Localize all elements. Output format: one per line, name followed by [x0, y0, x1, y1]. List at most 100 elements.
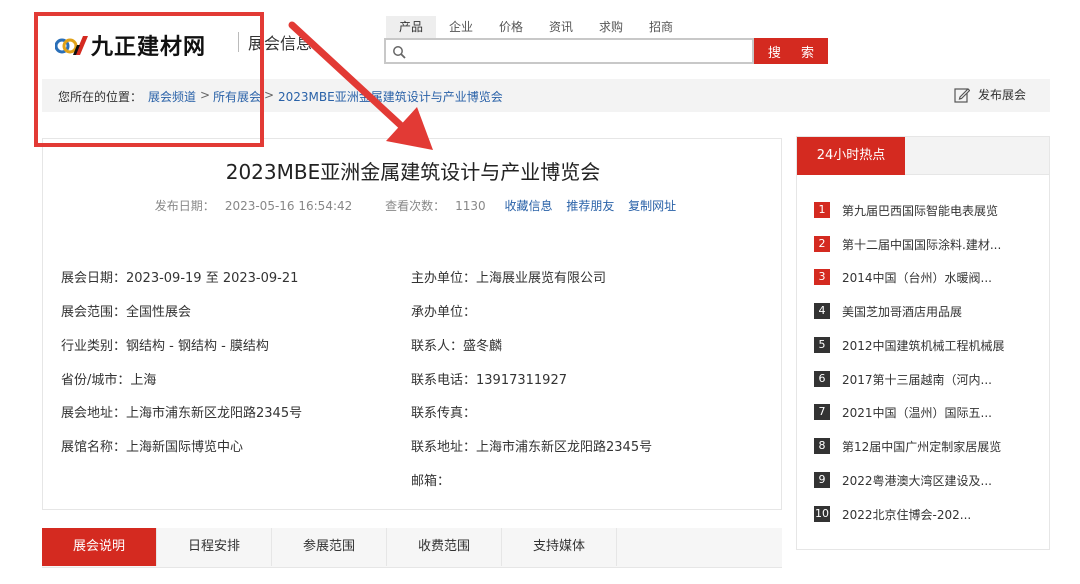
- hot-list-item[interactable]: 3 2014中国（台州）水暖阀...: [814, 268, 992, 286]
- recommend-link[interactable]: 推荐朋友: [566, 199, 614, 213]
- breadcrumb-item-current[interactable]: 2023MBE亚洲金属建筑设计与产业博览会: [278, 88, 503, 105]
- view-count-label: 查看次数：: [385, 199, 446, 213]
- view-count: 查看次数： 1130: [380, 199, 491, 213]
- edit-icon: [954, 87, 971, 103]
- search-tab-price[interactable]: 价格: [486, 16, 536, 38]
- tab-fees[interactable]: 收费范围: [387, 528, 502, 566]
- hot-item-text: 2021中国（温州）国际五...: [842, 405, 992, 420]
- view-count-value: 1130: [455, 199, 486, 213]
- hot-item-text: 第12届中国广州定制家居展览: [842, 439, 1002, 454]
- hot-item-text: 2022北京住博会-202...: [842, 507, 972, 522]
- info-label: 展会日期：: [61, 271, 127, 286]
- search-tab-product[interactable]: 产品: [386, 16, 436, 38]
- rank-badge: 10: [814, 506, 830, 522]
- info-value: 2023-09-19 至 2023-09-21: [126, 271, 299, 286]
- exhibition-card: 2023MBE亚洲金属建筑设计与产业博览会 发布日期： 2023-05-16 16…: [42, 138, 782, 510]
- info-value: 上海市浦东新区龙阳路2345号: [126, 406, 303, 421]
- rank-badge: 1: [814, 202, 830, 218]
- hot-item-text: 第九届巴西国际智能电表展览: [842, 203, 999, 218]
- rank-badge: 8: [814, 438, 830, 454]
- hot-list-item[interactable]: 4 美国芝加哥酒店用品展: [814, 302, 962, 320]
- publish-date: 发布日期： 2023-05-16 16:54:42: [150, 199, 357, 213]
- info-province-city: 省份/城市：上海: [61, 369, 156, 388]
- rank-badge: 3: [814, 269, 830, 285]
- search-tab-invest[interactable]: 招商: [636, 16, 686, 38]
- search-box: [384, 38, 754, 64]
- hot-list-item[interactable]: 6 2017第十三届越南（河内...: [814, 370, 992, 388]
- info-venue: 展馆名称：上海新国际博览中心: [61, 436, 243, 455]
- info-contact-person: 联系人：盛冬麟: [411, 335, 502, 354]
- publish-label: 发布展会: [977, 88, 1026, 102]
- info-value: 上海市浦东新区龙阳路2345号: [476, 440, 653, 455]
- info-value: 上海新国际博览中心: [126, 440, 244, 455]
- info-label: 行业类别：: [61, 339, 127, 354]
- hot-list-item[interactable]: 7 2021中国（温州）国际五...: [814, 403, 992, 421]
- hot-list-item[interactable]: 5 2012中国建筑机械工程机械展: [814, 336, 1005, 354]
- info-label: 省份/城市：: [61, 373, 131, 388]
- hot-list-item[interactable]: 9 2022粤港澳大湾区建设及...: [814, 471, 992, 489]
- search-tab-news[interactable]: 资讯: [536, 16, 586, 38]
- info-label: 展会范围：: [61, 305, 127, 320]
- search-tab-company[interactable]: 企业: [436, 16, 486, 38]
- rank-badge: 4: [814, 303, 830, 319]
- publish-exhibition-button[interactable]: 发布展会: [954, 86, 1026, 103]
- hot-item-text: 2012中国建筑机械工程机械展: [842, 338, 1005, 353]
- hot-list-title: 24小时热点: [797, 137, 905, 175]
- exhibition-meta: 发布日期： 2023-05-16 16:54:42 查看次数： 1130 收藏信息 …: [43, 197, 783, 214]
- search-input[interactable]: [410, 42, 750, 60]
- info-label: 联系地址：: [411, 440, 477, 455]
- hot-list-item[interactable]: 8 第12届中国广州定制家居展览: [814, 437, 1001, 455]
- info-undertaker: 承办单位：: [411, 301, 476, 320]
- info-industry: 行业类别：钢结构 - 钢结构 - 膜结构: [61, 335, 269, 354]
- detail-tabs: 展会说明 日程安排 参展范围 收费范围 支持媒体: [42, 528, 782, 568]
- tab-exhibit-scope[interactable]: 参展范围: [272, 528, 387, 566]
- info-email: 邮箱：: [411, 470, 450, 489]
- search-tab-purchase[interactable]: 求购: [586, 16, 636, 38]
- publish-date-label: 发布日期：: [154, 199, 215, 213]
- info-phone: 联系电话：13917311927: [411, 369, 567, 388]
- info-label: 展馆名称：: [61, 440, 127, 455]
- rank-badge: 2: [814, 236, 830, 252]
- favorite-link[interactable]: 收藏信息: [504, 199, 552, 213]
- info-label: 联系人：: [411, 339, 464, 354]
- hot-list-panel: 24小时热点 1 第九届巴西国际智能电表展览 2 第十二届中国国际涂料.建材... …: [796, 136, 1050, 550]
- info-label: 联系电话：: [411, 373, 477, 388]
- hot-list-item[interactable]: 2 第十二届中国国际涂料.建材...: [814, 235, 1001, 253]
- search-icon: [392, 44, 406, 59]
- rank-badge: 5: [814, 337, 830, 353]
- hot-item-text: 2017第十三届越南（河内...: [842, 372, 992, 387]
- info-label: 承办单位：: [411, 305, 477, 320]
- info-fax: 联系传真：: [411, 402, 476, 421]
- rank-badge: 9: [814, 472, 830, 488]
- info-address: 展会地址：上海市浦东新区龙阳路2345号: [61, 402, 302, 421]
- tab-description[interactable]: 展会说明: [42, 528, 157, 566]
- info-label: 联系传真：: [411, 406, 477, 421]
- info-contact-address: 联系地址：上海市浦东新区龙阳路2345号: [411, 436, 652, 455]
- hot-item-text: 第十二届中国国际涂料.建材...: [842, 237, 1002, 252]
- tab-media[interactable]: 支持媒体: [502, 528, 617, 566]
- info-label: 展会地址：: [61, 406, 127, 421]
- info-value: 13917311927: [476, 373, 567, 388]
- info-organizer: 主办单位：上海展业展览有限公司: [411, 267, 606, 286]
- annotation-highlight-box: [34, 12, 264, 147]
- info-exhibition-date: 展会日期：2023-09-19 至 2023-09-21: [61, 267, 298, 286]
- search-button[interactable]: 搜 索: [754, 38, 828, 64]
- info-value: 盛冬麟: [463, 339, 503, 354]
- info-exhibition-scope: 展会范围：全国性展会: [61, 301, 191, 320]
- rank-badge: 7: [814, 404, 830, 420]
- copy-url-link[interactable]: 复制网址: [628, 199, 676, 213]
- info-label: 主办单位：: [411, 271, 477, 286]
- hot-item-text: 美国芝加哥酒店用品展: [842, 304, 963, 319]
- info-value: 全国性展会: [126, 305, 192, 320]
- exhibition-title: 2023MBE亚洲金属建筑设计与产业博览会: [225, 160, 601, 184]
- info-value: 上海展业展览有限公司: [476, 271, 607, 286]
- hot-item-text: 2014中国（台州）水暖阀...: [842, 270, 992, 285]
- publish-date-value: 2023-05-16 16:54:42: [224, 199, 353, 213]
- tab-schedule[interactable]: 日程安排: [157, 528, 272, 566]
- hot-list-item[interactable]: 10 2022北京住博会-202...: [814, 505, 971, 523]
- search-tabs: 产品 企业 价格 资讯 求购 招商: [386, 16, 686, 38]
- hot-list-header: 24小时热点: [797, 137, 1049, 175]
- hot-item-text: 2022粤港澳大湾区建设及...: [842, 473, 992, 488]
- rank-badge: 6: [814, 371, 830, 387]
- hot-list-item[interactable]: 1 第九届巴西国际智能电表展览: [814, 201, 998, 219]
